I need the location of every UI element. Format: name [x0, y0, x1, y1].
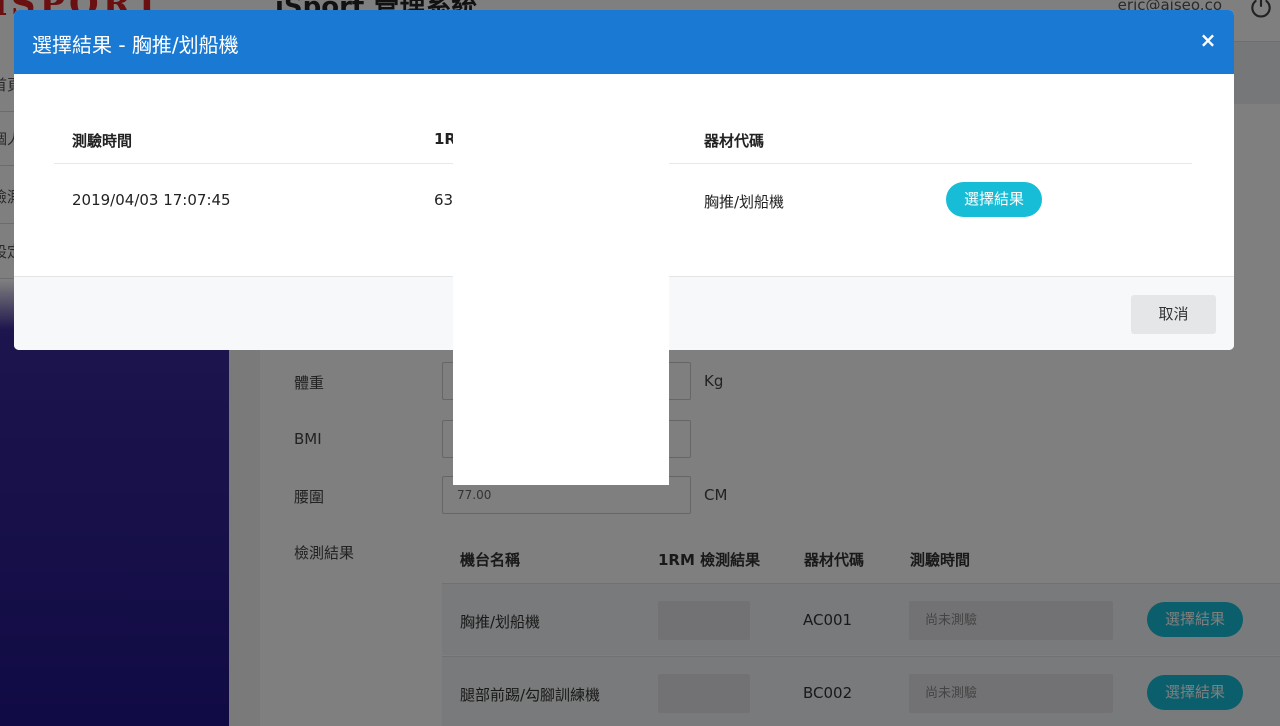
result-time: 2019/04/03 17:07:45	[72, 191, 231, 209]
modal-header: 選擇結果 - 胸推/划船機 ×	[14, 10, 1234, 74]
modal-title: 選擇結果 - 胸推/划船機	[32, 33, 239, 57]
redaction-block	[453, 112, 669, 485]
column-header-code: 器材代碼	[704, 132, 765, 150]
column-header-time: 測驗時間	[72, 132, 133, 150]
close-icon[interactable]: ×	[1196, 28, 1220, 52]
select-result-button[interactable]: 選擇結果	[946, 182, 1042, 217]
result-equipment-code: 胸推/划船機	[704, 193, 785, 211]
cancel-button[interactable]: 取消	[1131, 295, 1216, 334]
